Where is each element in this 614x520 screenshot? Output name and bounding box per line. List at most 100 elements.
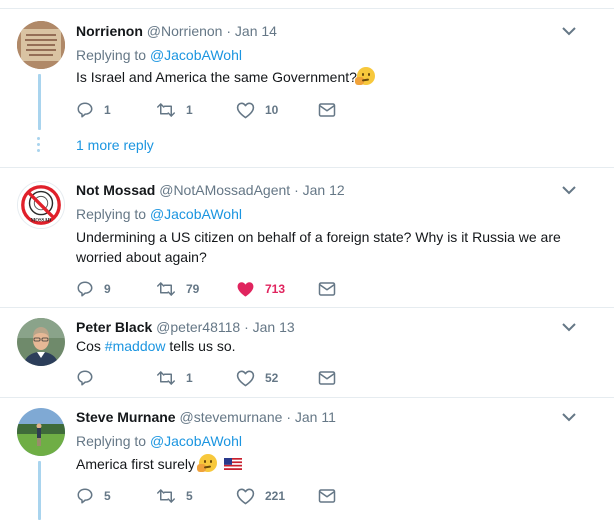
tweet-date[interactable]: Jan 13 bbox=[253, 319, 295, 335]
like-count: 52 bbox=[265, 371, 279, 385]
reply-button[interactable]: 5 bbox=[76, 486, 111, 506]
retweet-count: 5 bbox=[186, 489, 193, 503]
retweet-button[interactable]: 5 bbox=[156, 486, 193, 506]
retweet-icon bbox=[157, 489, 175, 503]
mention-link[interactable]: @JacobAWohl bbox=[150, 206, 242, 222]
retweet-icon bbox=[157, 282, 175, 296]
reply-icon bbox=[77, 281, 93, 297]
divider bbox=[0, 397, 614, 398]
more-replies-link[interactable]: 1 more reply bbox=[76, 137, 154, 153]
replying-label: Replying to bbox=[76, 433, 147, 449]
thinking-face-emoji bbox=[354, 67, 375, 85]
user-handle[interactable]: @stevemurnane bbox=[179, 409, 282, 425]
tweet-text: America first surely bbox=[76, 454, 576, 474]
retweet-button[interactable]: 1 bbox=[156, 100, 193, 120]
thread-line bbox=[38, 461, 41, 520]
chevron-down-icon[interactable] bbox=[562, 412, 576, 422]
hashtag-link[interactable]: #maddow bbox=[105, 338, 166, 354]
direct-message-button[interactable] bbox=[318, 100, 336, 120]
logo-text: MOSSAD bbox=[31, 218, 52, 223]
direct-message-button[interactable] bbox=[318, 486, 336, 506]
us-flag-emoji bbox=[223, 458, 242, 470]
reply-icon bbox=[77, 102, 93, 118]
heart-filled-icon bbox=[237, 282, 254, 297]
user-handle[interactable]: @peter48118 bbox=[156, 319, 240, 335]
tweet-body-end: tells us so. bbox=[165, 338, 236, 354]
mention-link[interactable]: @JacobAWohl bbox=[150, 433, 242, 449]
tweet-date[interactable]: Jan 14 bbox=[235, 23, 277, 39]
divider bbox=[0, 8, 614, 9]
avatar[interactable] bbox=[17, 21, 65, 69]
retweet-button[interactable]: 79 bbox=[156, 279, 199, 299]
display-name[interactable]: Peter Black bbox=[76, 319, 152, 335]
tweet-body: Is Israel and America the same Governmen… bbox=[76, 69, 357, 85]
tweet-header: Norrienon @Norrienon · Jan 14 bbox=[76, 22, 277, 40]
direct-message-button[interactable] bbox=[318, 368, 336, 388]
chevron-down-icon[interactable] bbox=[562, 322, 576, 332]
tweet-date[interactable]: Jan 12 bbox=[303, 182, 345, 198]
replying-label: Replying to bbox=[76, 206, 147, 222]
retweet-icon bbox=[157, 103, 175, 117]
reply-count: 5 bbox=[104, 489, 111, 503]
tweet-body: America first surely bbox=[76, 456, 196, 472]
like-button[interactable]: 221 bbox=[236, 486, 285, 506]
heart-icon bbox=[236, 102, 255, 119]
tweet-header: Peter Black @peter48118 · Jan 13 bbox=[76, 318, 295, 336]
tweet-actions: 1 1 10 bbox=[76, 100, 376, 120]
avatar[interactable] bbox=[17, 408, 65, 456]
divider bbox=[0, 167, 614, 168]
avatar-image bbox=[17, 408, 65, 456]
retweet-count: 1 bbox=[186, 103, 193, 117]
tweet-text: Is Israel and America the same Governmen… bbox=[76, 67, 576, 87]
reply-count: 9 bbox=[104, 282, 111, 296]
separator-dot: · bbox=[286, 409, 291, 425]
envelope-icon bbox=[318, 371, 336, 385]
thread-line bbox=[38, 74, 41, 130]
replying-label: Replying to bbox=[76, 47, 147, 63]
no-mossad-logo: MOSSAD bbox=[18, 182, 64, 228]
reply-count: 1 bbox=[104, 103, 111, 117]
divider bbox=[0, 307, 614, 308]
display-name[interactable]: Not Mossad bbox=[76, 182, 155, 198]
tweet-header: Not Mossad @NotAMossadAgent · Jan 12 bbox=[76, 181, 345, 199]
heart-icon bbox=[236, 370, 255, 387]
display-name[interactable]: Steve Murnane bbox=[76, 409, 176, 425]
reply-icon bbox=[77, 488, 93, 504]
tweet-text: Undermining a US citizen on behalf of a … bbox=[76, 229, 561, 265]
reply-button[interactable]: 9 bbox=[76, 279, 111, 299]
reply-icon bbox=[77, 370, 93, 386]
like-count: 10 bbox=[265, 103, 279, 117]
tweet-header: Steve Murnane @stevemurnane · Jan 11 bbox=[76, 408, 336, 426]
like-button[interactable]: 713 bbox=[236, 279, 285, 299]
direct-message-button[interactable] bbox=[318, 279, 336, 299]
heart-icon bbox=[236, 488, 255, 505]
retweet-button[interactable]: 1 bbox=[156, 368, 193, 388]
avatar[interactable]: MOSSAD bbox=[17, 181, 65, 229]
thread-dots bbox=[37, 137, 41, 155]
avatar[interactable] bbox=[17, 318, 65, 366]
replying-to: Replying to @JacobAWohl bbox=[76, 432, 242, 450]
separator-dot: · bbox=[244, 319, 249, 335]
separator-dot: · bbox=[294, 182, 299, 198]
like-button[interactable]: 10 bbox=[236, 100, 278, 120]
tweet-actions: 5 5 221 bbox=[76, 486, 376, 506]
replying-to: Replying to @JacobAWohl bbox=[76, 205, 242, 223]
mention-link[interactable]: @JacobAWohl bbox=[150, 47, 242, 63]
tweet-actions: 9 79 713 bbox=[76, 279, 376, 299]
retweet-icon bbox=[157, 371, 175, 385]
chevron-down-icon[interactable] bbox=[562, 185, 576, 195]
reply-button[interactable] bbox=[76, 368, 104, 388]
tweet-text: Cos #maddow tells us so. bbox=[76, 336, 576, 356]
reply-button[interactable]: 1 bbox=[76, 100, 111, 120]
user-handle[interactable]: @Norrienon bbox=[147, 23, 223, 39]
thinking-face-emoji bbox=[196, 454, 217, 472]
display-name[interactable]: Norrienon bbox=[76, 23, 143, 39]
tweet-body: Cos bbox=[76, 338, 105, 354]
envelope-icon bbox=[318, 103, 336, 117]
tweet-date[interactable]: Jan 11 bbox=[295, 409, 336, 425]
like-button[interactable]: 52 bbox=[236, 368, 278, 388]
avatar-image bbox=[17, 318, 65, 366]
user-handle[interactable]: @NotAMossadAgent bbox=[159, 182, 290, 198]
tweet-actions: 1 52 bbox=[76, 368, 376, 388]
chevron-down-icon[interactable] bbox=[562, 26, 576, 36]
